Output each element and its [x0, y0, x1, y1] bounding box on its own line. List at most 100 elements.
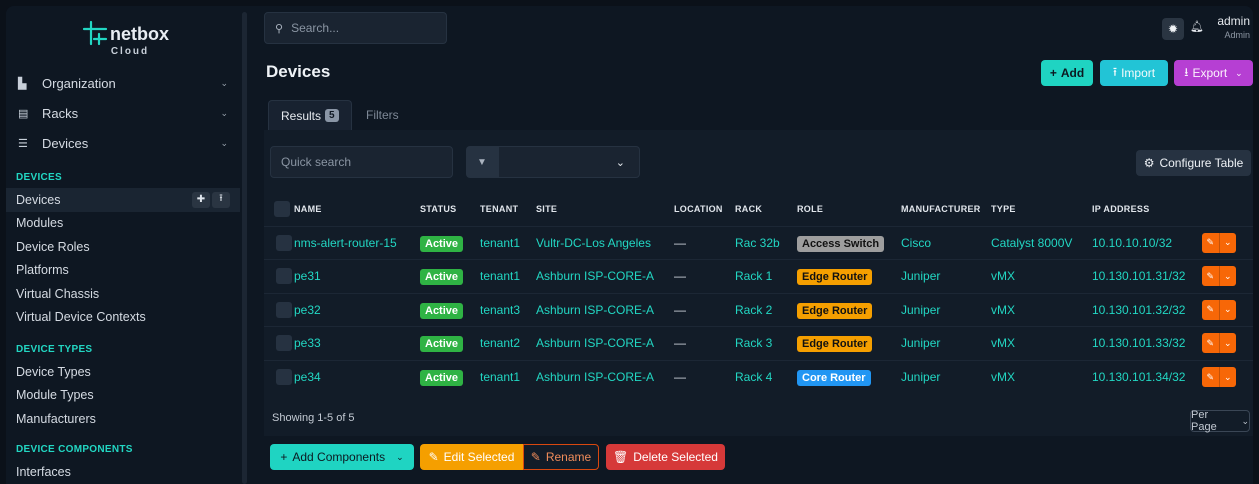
site-link[interactable]: Vultr-DC-Los Angeles	[536, 236, 651, 250]
manufacturer-link[interactable]: Juniper	[901, 269, 940, 283]
column-header[interactable]: TYPE	[991, 192, 1092, 226]
row-checkbox[interactable]	[276, 234, 292, 251]
manufacturer-link[interactable]: Juniper	[901, 336, 940, 350]
ip-address-link[interactable]: 10.130.101.32/32	[1092, 303, 1185, 317]
chevron-down-icon[interactable]: ⌄	[1218, 299, 1237, 320]
site-link[interactable]: Ashburn ISP-CORE-A	[536, 303, 654, 317]
quick-search-input[interactable]: Quick search	[270, 146, 453, 178]
device-name-link[interactable]: nms-alert-router-15	[294, 236, 397, 250]
column-header[interactable]: IP ADDRESS	[1092, 192, 1202, 226]
site-link[interactable]: Ashburn ISP-CORE-A	[536, 336, 654, 350]
tenant-link[interactable]: tenant1	[480, 269, 520, 283]
table-row[interactable]: pe32 Active tenant3 Ashburn ISP-CORE-A — Rack…	[264, 293, 1253, 327]
table-row[interactable]: nms-alert-router-15 Active tenant1 Vultr-DC…	[264, 226, 1253, 260]
edit-row-button[interactable]: ✎	[1202, 233, 1219, 253]
import-button[interactable]: ⭱ Import	[1100, 60, 1168, 86]
ip-address-link[interactable]: 10.10.10.10/32	[1092, 236, 1172, 250]
rack-link[interactable]: Rac 32b	[735, 236, 780, 250]
row-checkbox[interactable]	[276, 268, 292, 285]
column-header[interactable]: TENANT	[480, 192, 536, 226]
device-type-link[interactable]: vMX	[991, 370, 1015, 384]
edit-row-button[interactable]: ✎	[1202, 266, 1219, 286]
sidebar-item-modules[interactable]: Modules	[6, 212, 240, 236]
tenant-link[interactable]: tenant1	[480, 370, 520, 384]
tenant-link[interactable]: tenant1	[480, 236, 520, 250]
device-name-link[interactable]: pe31	[294, 269, 321, 283]
device-name-link[interactable]: pe33	[294, 336, 321, 350]
chevron-down-icon[interactable]: ⌄	[1218, 333, 1237, 354]
ip-address-link[interactable]: 10.130.101.31/32	[1092, 269, 1185, 283]
table-row[interactable]: pe33 Active tenant2 Ashburn ISP-CORE-A — Rack…	[264, 326, 1253, 361]
add-button[interactable]: + Add	[1041, 60, 1093, 86]
rack-link[interactable]: Rack 2	[735, 303, 772, 317]
row-checkbox[interactable]	[276, 301, 292, 318]
rack-link[interactable]: Rack 1	[735, 269, 772, 283]
device-name-link[interactable]: pe34	[294, 370, 321, 384]
column-header[interactable]: SITE	[536, 192, 674, 226]
tab-results[interactable]: Results 5	[268, 100, 352, 130]
theme-toggle-button[interactable]: ✹	[1162, 18, 1184, 40]
role-badge[interactable]: Access Switch	[797, 235, 885, 252]
logo[interactable]: netbox Cloud	[6, 20, 240, 60]
table-row[interactable]: pe31 Active tenant1 Ashburn ISP-CORE-A — Rack…	[264, 259, 1253, 294]
column-header[interactable]: LOCATION	[674, 192, 735, 226]
role-badge[interactable]: Edge Router	[797, 269, 873, 286]
per-page-select[interactable]: Per Page ⌄	[1190, 409, 1250, 433]
ip-address-link[interactable]: 10.130.101.33/32	[1092, 336, 1185, 350]
chevron-down-icon[interactable]: ⌄	[1218, 232, 1237, 253]
chevron-down-icon[interactable]: ⌄	[1218, 367, 1237, 387]
sidebar-item-interfaces[interactable]: Interfaces	[6, 460, 240, 484]
manufacturer-link[interactable]: Juniper	[901, 370, 940, 384]
ip-address-link[interactable]: 10.130.101.34/32	[1092, 370, 1185, 384]
table-row[interactable]: pe34 Active tenant1 Ashburn ISP-CORE-A — Rack…	[264, 360, 1253, 394]
rack-link[interactable]: Rack 3	[735, 336, 772, 350]
row-checkbox[interactable]	[276, 369, 292, 385]
chevron-down-icon[interactable]: ⌄	[1218, 266, 1237, 287]
device-name-link[interactable]: pe32	[294, 303, 321, 317]
delete-selected-button[interactable]: 🗑︎ Delete Selected	[606, 444, 725, 470]
device-type-link[interactable]: vMX	[991, 269, 1015, 283]
edit-selected-button[interactable]: ✎ Edit Selected	[420, 444, 523, 470]
column-header[interactable]: RACK	[735, 192, 797, 226]
site-link[interactable]: Ashburn ISP-CORE-A	[536, 269, 654, 283]
device-type-link[interactable]: vMX	[991, 336, 1015, 350]
row-checkbox[interactable]	[276, 335, 292, 352]
role-badge[interactable]: Edge Router	[797, 336, 873, 353]
column-header[interactable]: STATUS	[420, 192, 480, 226]
column-header[interactable]: MANUFACTURER	[901, 192, 991, 226]
device-type-link[interactable]: Catalyst 8000V	[991, 236, 1072, 250]
sidebar-item-device-roles[interactable]: Device Roles	[6, 235, 240, 259]
add-components-button[interactable]: + Add Components ⌄	[270, 444, 414, 470]
sidebar-item-manufacturers[interactable]: Manufacturers	[6, 407, 240, 431]
sidebar-item-virtual-device-contexts[interactable]: Virtual Device Contexts	[6, 306, 240, 330]
export-button[interactable]: ⭳ Export ⌄	[1174, 60, 1253, 86]
nav-racks[interactable]: ▤ Racks ⌄	[6, 98, 240, 128]
manufacturer-link[interactable]: Cisco	[901, 236, 931, 250]
tenant-link[interactable]: tenant2	[480, 336, 520, 350]
manufacturer-link[interactable]: Juniper	[901, 303, 940, 317]
select-all-checkbox[interactable]	[274, 200, 290, 217]
edit-row-button[interactable]: ✎	[1202, 367, 1219, 387]
user-name[interactable]: admin	[1208, 14, 1250, 28]
sidebar-item-platforms[interactable]: Platforms	[6, 259, 240, 283]
edit-row-button[interactable]: ✎	[1202, 300, 1219, 320]
global-search-input[interactable]: ⚲ Search...	[264, 12, 447, 44]
import-device-button[interactable]: ⭱	[212, 191, 230, 208]
tab-filters[interactable]: Filters	[366, 108, 399, 122]
rack-link[interactable]: Rack 4	[735, 370, 772, 384]
device-type-link[interactable]: vMX	[991, 303, 1015, 317]
column-header[interactable]: ROLE	[797, 192, 901, 226]
edit-row-button[interactable]: ✎	[1202, 333, 1219, 353]
add-device-button[interactable]: ✚	[192, 191, 210, 208]
sidebar-item-virtual-chassis[interactable]: Virtual Chassis	[6, 282, 240, 306]
column-header[interactable]: NAME	[294, 192, 420, 226]
configure-table-button[interactable]: ⚙ Configure Table	[1136, 150, 1251, 176]
site-link[interactable]: Ashburn ISP-CORE-A	[536, 370, 654, 384]
sidebar-item-device-types[interactable]: Device Types	[6, 360, 240, 384]
nav-organization[interactable]: ▙ Organization ⌄	[6, 68, 240, 98]
role-badge[interactable]: Core Router	[797, 370, 871, 386]
bell-icon[interactable]: 🔔︎	[1190, 20, 1204, 33]
rename-button[interactable]: ✎ Rename	[523, 444, 599, 470]
sidebar-item-devices[interactable]: Devices ✚ ⭱	[6, 188, 240, 212]
saved-filter-select[interactable]: ⌄	[498, 146, 640, 178]
